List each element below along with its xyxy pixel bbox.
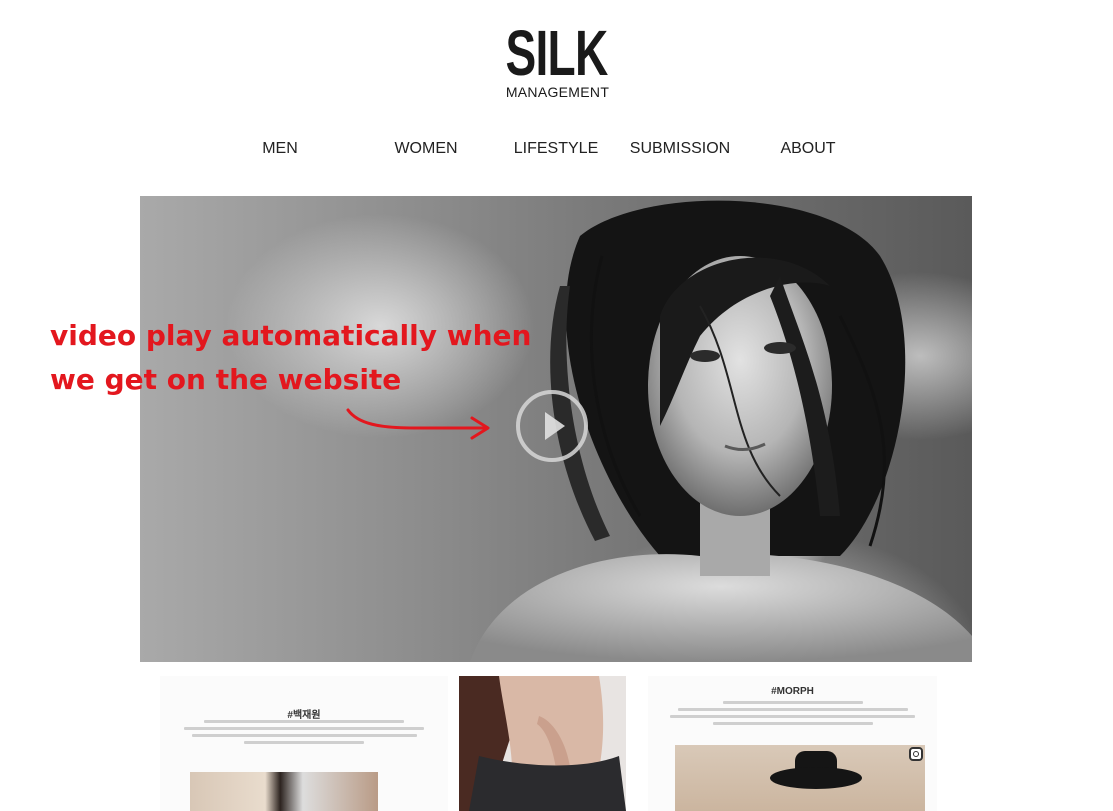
instagram-icon[interactable] [909,747,923,761]
annotation-note: video play automatically when we get on … [50,314,570,402]
card-caption [180,720,428,748]
nav-item-submission[interactable]: SUBMISSION [630,140,730,158]
logo-title: SILK [505,17,608,89]
annotation-line-2: we get on the website [50,363,402,396]
instagram-feed: #백재원 #MORPH [0,676,1113,811]
annotation-arrow-icon [346,408,490,440]
card-photo [190,772,378,811]
hero-video[interactable] [140,196,972,662]
nav-item-women[interactable]: WOMEN [394,140,457,158]
main-nav: MEN WOMEN LIFESTYLE SUBMISSION ABOUT [0,140,1113,164]
annotation-line-1: video play automatically when [50,319,532,352]
card-hashtag: #백재원 [287,710,321,721]
hat-brim-shape [770,767,862,789]
card-photo [675,745,925,811]
feed-card[interactable] [459,676,626,811]
play-circle-icon [545,412,565,440]
card-photo [459,676,626,811]
feed-card[interactable]: #백재원 [160,676,448,811]
site-logo[interactable]: SILK MANAGEMENT [0,17,1113,100]
nav-item-men[interactable]: MEN [262,140,298,158]
nav-item-lifestyle[interactable]: LIFESTYLE [514,140,598,158]
feed-card[interactable]: #MORPH [648,676,937,811]
card-caption [668,701,917,729]
nav-item-about[interactable]: ABOUT [780,140,835,158]
card-hashtag: #MORPH [771,686,814,697]
